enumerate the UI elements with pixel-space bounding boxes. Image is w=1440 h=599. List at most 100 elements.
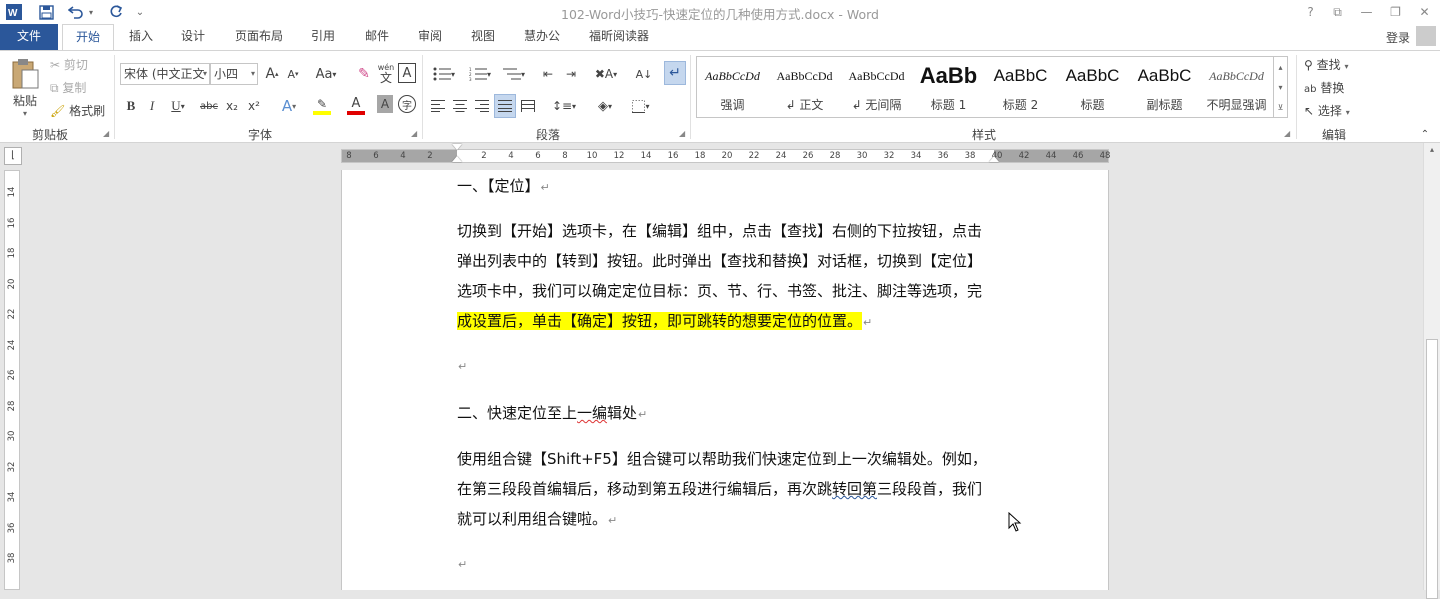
close-icon[interactable]: ✕ — [1410, 0, 1439, 24]
underline-button[interactable]: U ▾ — [165, 95, 191, 117]
first-line-indent-marker[interactable] — [452, 144, 462, 150]
hanging-indent-marker[interactable] — [452, 156, 462, 162]
replace-button[interactable]: ab 替换 — [1304, 79, 1344, 96]
paragraph-1-line-1[interactable]: 切换到【开始】选项卡，在【编辑】组中，点击【查找】右侧的下拉按钮，点击 — [457, 220, 997, 241]
font-dialog-launcher-icon[interactable]: ◢ — [411, 129, 417, 138]
scroll-up-icon[interactable]: ▴ — [1424, 145, 1440, 159]
text-effects-button[interactable]: A ▾ — [276, 95, 302, 117]
tab-foxit-reader[interactable]: 福昕阅读器 — [582, 24, 656, 50]
italic-button[interactable]: I — [143, 95, 161, 117]
paragraph-1-line-4[interactable]: 成设置后，单击【确定】按钮，即可跳转的想要定位的位置。↵ — [457, 310, 997, 331]
styles-dialog-launcher-icon[interactable]: ◢ — [1284, 129, 1290, 138]
login-link[interactable]: 登录 — [1386, 29, 1410, 46]
subscript-button[interactable]: x₂ — [222, 95, 242, 117]
font-name-combo[interactable]: 宋体 (中文正文 ▾ — [120, 63, 210, 85]
grow-font-button[interactable]: A ▴ — [262, 63, 282, 85]
shrink-font-button[interactable]: A ▾ — [284, 63, 302, 85]
horizontal-ruler[interactable]: 8 6 4 2 2 4 6 8 10 12 14 16 18 20 22 24 26 28 30 32 34 36 38 40… — [341, 144, 1110, 163]
character-shading-button[interactable]: A — [377, 95, 393, 113]
bullets-button[interactable]: ▾ — [428, 63, 460, 85]
style-emphasis[interactable]: AaBbCcDd 强调 — [697, 59, 768, 115]
paragraph-dialog-launcher-icon[interactable]: ◢ — [679, 129, 685, 138]
select-button[interactable]: ↖ 选择 ▾ — [1304, 102, 1350, 119]
ruler-tick: 8 — [346, 151, 352, 161]
paragraph-2-line-1[interactable]: 使用组合键【Shift+F5】组合键可以帮助我们快速定位到上一次编辑处。例如， — [457, 448, 997, 469]
vertical-scrollbar[interactable]: ▴ — [1423, 143, 1440, 599]
vertical-ruler-tick: 14 — [7, 186, 17, 198]
clear-formatting-icon[interactable]: ✎ — [354, 63, 374, 85]
style-normal[interactable]: AaBbCcDd ↲ 正文 — [769, 59, 840, 115]
align-right-icon[interactable] — [472, 95, 492, 117]
decrease-indent-icon[interactable]: ⇤ — [538, 63, 558, 85]
tab-design[interactable]: 设计 — [170, 24, 216, 50]
style-subtle-emphasis[interactable]: AaBbCcDd 不明显强调 — [1201, 59, 1272, 115]
increase-indent-icon[interactable]: ⇥ — [561, 63, 581, 85]
copy-button[interactable]: ⧉ 复制 — [50, 79, 86, 96]
sort-icon[interactable]: A↓ — [633, 63, 655, 85]
tab-review[interactable]: 审阅 — [407, 24, 453, 50]
tab-page-layout[interactable]: 页面布局 — [225, 24, 293, 50]
heading-quick-locate[interactable]: 二、快速定位至上一编辑处↵ — [457, 402, 997, 423]
styles-more-icon[interactable]: ⊻ — [1273, 97, 1287, 117]
vertical-ruler[interactable]: 14 16 18 20 22 24 26 28 30 32 34 36 38 — [4, 170, 20, 590]
change-case-button[interactable]: Aa ▾ — [310, 63, 342, 85]
justify-icon[interactable] — [494, 94, 516, 118]
collapse-ribbon-icon[interactable]: ⌃ — [1418, 127, 1432, 141]
style-heading-1[interactable]: AaBb 标题 1 — [913, 59, 984, 115]
paste-button[interactable]: 粘贴 ▾ — [6, 55, 44, 121]
find-button[interactable]: ⚲ 查找 ▾ — [1304, 56, 1348, 73]
paragraph-group-label: 段落 — [535, 128, 560, 142]
style-title[interactable]: AaBbC 标题 — [1057, 59, 1128, 115]
style-subtitle[interactable]: AaBbC 副标题 — [1129, 59, 1200, 115]
tab-references[interactable]: 引用 — [300, 24, 346, 50]
empty-paragraph[interactable]: ↵ — [457, 554, 997, 572]
right-indent-marker[interactable] — [989, 156, 999, 162]
numbering-button[interactable]: 1 2 3 ▾ — [464, 63, 496, 85]
tab-view[interactable]: 视图 — [460, 24, 506, 50]
chinese-layout-button[interactable]: ✖A ▾ — [590, 63, 622, 85]
format-painter-button[interactable]: 🖌 格式刷 — [50, 102, 105, 119]
shading-button[interactable]: ◈ ▾ — [590, 95, 620, 117]
show-hide-marks-icon[interactable]: ↵ — [664, 61, 686, 85]
style-no-spacing[interactable]: AaBbCcDd ↲ 无间隔 — [841, 59, 912, 115]
borders-button[interactable]: ▾ — [626, 95, 656, 117]
document-page[interactable]: 一、【定位】↵ 切换到【开始】选项卡，在【编辑】组中，点击【查找】右侧的下拉按钮… — [341, 170, 1109, 590]
multilevel-list-button[interactable]: ▾ — [498, 63, 530, 85]
clipboard-dialog-launcher-icon[interactable]: ◢ — [103, 129, 109, 138]
strikethrough-button[interactable]: abc — [198, 95, 220, 117]
enclose-characters-button[interactable]: 字 — [398, 95, 416, 113]
styles-scroll-down-icon[interactable]: ▾ — [1273, 77, 1287, 97]
tab-selector-icon[interactable]: ⌊ — [4, 147, 22, 165]
scrollbar-thumb[interactable] — [1426, 339, 1438, 599]
highlight-color-button[interactable]: ✎ — [307, 95, 337, 117]
paragraph-2-line-3[interactable]: 就可以利用组合键啦。↵ — [457, 508, 997, 529]
superscript-button[interactable]: x² — [244, 95, 264, 117]
font-size-combo[interactable]: 小四 ▾ — [210, 63, 258, 85]
paragraph-1-line-3[interactable]: 选项卡中，我们可以确定定位目标：页、节、行、书签、批注、脚注等选项，完 — [457, 280, 997, 301]
ribbon-display-options-icon[interactable]: ⧉ — [1323, 0, 1352, 24]
paragraph-2-line-2[interactable]: 在第三段段首编辑后，移动到第五段进行编辑后，再次跳转回第三段段首，我们 — [457, 478, 997, 499]
font-color-button[interactable]: A — [341, 95, 371, 117]
style-heading-2[interactable]: AaBbC 标题 2 — [985, 59, 1056, 115]
empty-paragraph[interactable]: ↵ — [457, 356, 997, 374]
restore-icon[interactable]: ❐ — [1381, 0, 1410, 24]
align-center-icon[interactable] — [450, 95, 470, 117]
character-border-button[interactable]: A — [398, 63, 416, 83]
phonetic-guide-button[interactable]: wén 文 — [375, 61, 397, 85]
align-left-icon[interactable] — [428, 95, 448, 117]
tab-mailings[interactable]: 邮件 — [354, 24, 400, 50]
line-spacing-button[interactable]: ↕≡ ▾ — [548, 95, 580, 117]
tab-home[interactable]: 开始 — [62, 24, 114, 51]
distributed-icon[interactable] — [518, 95, 538, 117]
tab-insert[interactable]: 插入 — [118, 24, 164, 50]
minimize-icon[interactable]: — — [1352, 0, 1381, 24]
paragraph-1-line-2[interactable]: 弹出列表中的【转到】按钮。此时弹出【查找和替换】对话框，切换到【定位】 — [457, 250, 997, 271]
heading-locate[interactable]: 一、【定位】↵ — [457, 175, 997, 196]
cut-button[interactable]: ✂ 剪切 — [50, 56, 88, 73]
bold-button[interactable]: B — [122, 95, 140, 117]
help-icon[interactable]: ? — [1296, 0, 1325, 24]
avatar[interactable] — [1416, 26, 1436, 46]
tab-huibangong[interactable]: 慧办公 — [514, 24, 570, 50]
tab-file[interactable]: 文件 — [0, 24, 58, 50]
styles-scroll-up-icon[interactable]: ▴ — [1273, 57, 1287, 77]
